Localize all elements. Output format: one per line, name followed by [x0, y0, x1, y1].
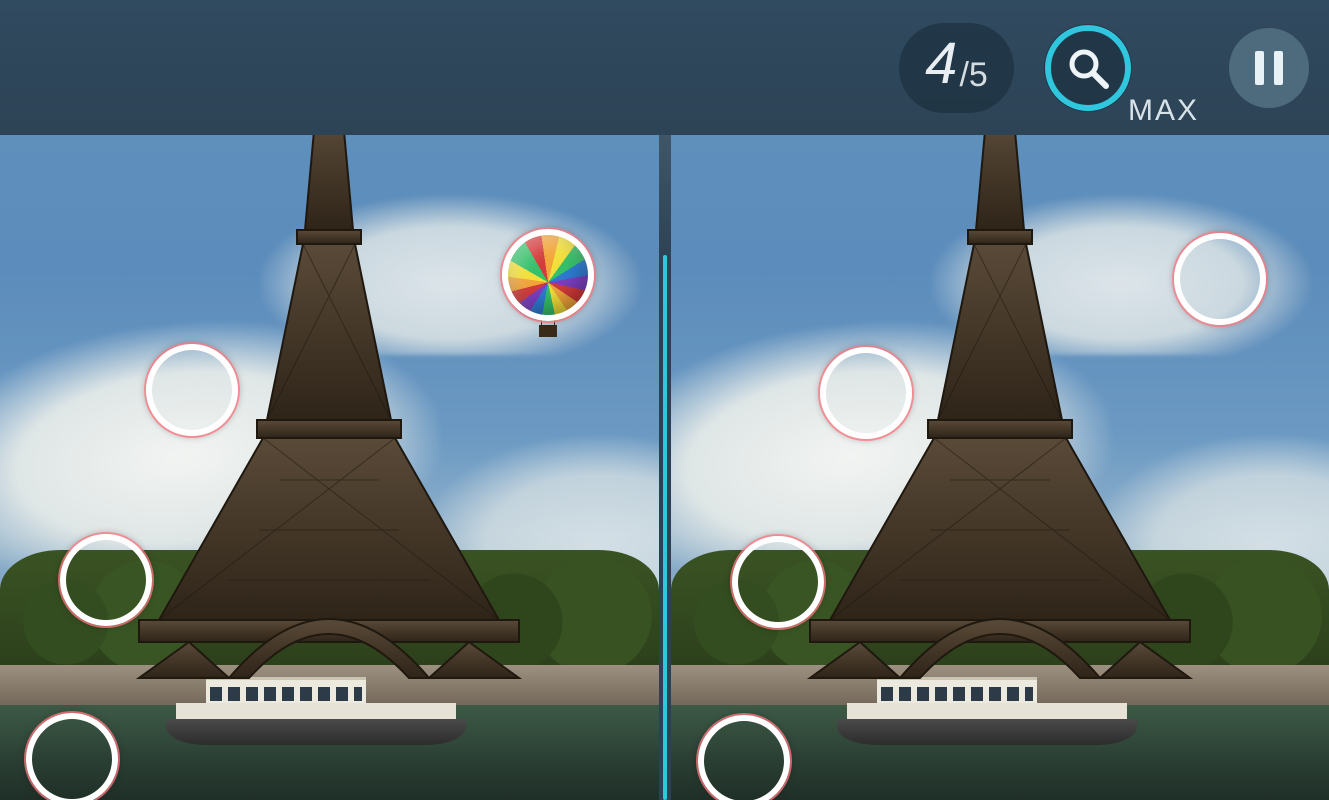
hint-label: MAX [1128, 94, 1199, 128]
eiffel-tower [750, 135, 1250, 680]
score-found-value: 4 [925, 35, 957, 93]
game-area [0, 135, 1329, 800]
hot-air-balloon [505, 235, 591, 345]
score-total-value: /5 [959, 56, 987, 95]
pause-icon [1274, 51, 1283, 85]
boat [837, 675, 1137, 745]
pause-button[interactable] [1229, 28, 1309, 108]
right-image-panel[interactable] [671, 135, 1329, 800]
score-counter: 4 /5 [899, 23, 1014, 113]
hint-progress-ring [1044, 24, 1132, 112]
eiffel-tower [79, 135, 579, 680]
hud-bar: 4 /5 MAX [0, 0, 1329, 135]
pause-icon [1255, 51, 1264, 85]
panel-divider [659, 135, 671, 800]
divider-accent [663, 255, 667, 800]
boat [166, 675, 466, 745]
left-image-panel[interactable] [0, 135, 659, 800]
hint-button[interactable]: MAX [1044, 24, 1199, 112]
hint-circle[interactable] [1044, 24, 1132, 112]
